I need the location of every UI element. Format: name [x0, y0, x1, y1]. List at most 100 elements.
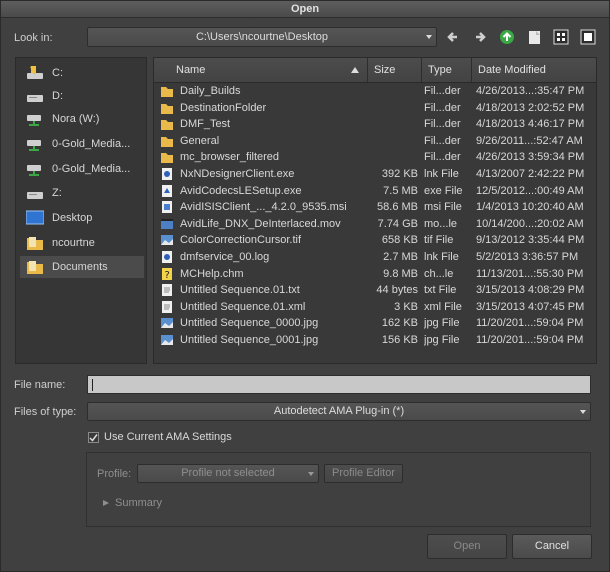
sidebar-item-label: Desktop [52, 212, 93, 224]
places-sidebar: C: D: Nora (W:) 0-Gold_Media... 0-Gold_M… [15, 57, 147, 364]
column-header-date[interactable]: Date Modified [472, 58, 596, 82]
file-row[interactable]: AvidLife_DNX_DeInterlaced.mov 7.74 GB mo..… [154, 216, 596, 232]
file-row[interactable]: DestinationFolder Fil...der 4/18/2013 2:02… [154, 100, 596, 116]
file-size-cell: 392 KB [381, 168, 418, 180]
back-icon[interactable] [444, 28, 462, 46]
file-type-cell: tif File [424, 234, 454, 247]
file-name-cell: AvidISISClient_..._4.2.0_9535.msi [180, 201, 347, 214]
file-row[interactable]: General Fil...der 9/26/2011...:52:47 AM [154, 133, 596, 149]
sidebar-item-label: Nora (W:) [52, 113, 100, 125]
file-date-cell: 1/4/2013 10:20:40 AM [476, 201, 584, 214]
sidebar-item-gold-media-2[interactable]: 0-Gold_Media... [20, 158, 144, 180]
file-row[interactable]: Untitled Sequence.01.xml 3 KB xml File 3/15… [154, 299, 596, 315]
file-row[interactable]: Untitled Sequence.01.txt 44 bytes txt File… [154, 282, 596, 298]
file-date-cell: 11/20/201...:59:04 PM [476, 334, 584, 346]
file-size-cell: 7.74 GB [377, 217, 418, 230]
file-row[interactable]: DMF_Test Fil...der 4/18/2013 4:46:17 PM [154, 116, 596, 132]
file-name-label: File name: [14, 379, 66, 391]
sidebar-item-label: Documents [52, 261, 108, 273]
use-ama-settings-checkbox[interactable] [88, 432, 99, 443]
file-name-cell: Untitled Sequence_0001.jpg [180, 334, 319, 346]
files-of-type-combo[interactable]: Autodetect AMA Plug-in (*) [87, 402, 591, 421]
profile-combo[interactable]: Profile not selected [137, 464, 319, 483]
file-row[interactable]: AvidCodecsLESetup.exe 7.5 MB exe File 12/5/… [154, 183, 596, 199]
file-row[interactable]: ? MCHelp.chm 9.8 MB ch...le 11/13/201...:55:… [154, 266, 596, 282]
sidebar-item-nora[interactable]: Nora (W:) [20, 108, 144, 130]
folder-icon [161, 120, 173, 131]
new-folder-icon[interactable] [525, 28, 543, 46]
file-date-cell: 4/26/2013...:35:47 PM [476, 85, 585, 97]
sidebar-item-d[interactable]: D: [20, 85, 144, 107]
file-name-cell: AvidCodecsLESetup.exe [180, 184, 302, 197]
column-header-name[interactable]: Name [154, 58, 368, 82]
file-row[interactable]: Untitled Sequence_0000.jpg 162 KB jpg File… [154, 315, 596, 331]
sidebar-item-desktop[interactable]: Desktop [20, 207, 144, 229]
folder-icon [161, 103, 173, 114]
network-drive-icon [27, 140, 41, 151]
help-icon: ? [162, 267, 172, 281]
text-file-icon [162, 284, 172, 297]
installer-icon [162, 201, 172, 214]
column-header-size[interactable]: Size [368, 58, 422, 82]
column-name-label: Name [176, 64, 206, 76]
file-type-cell: lnk File [424, 251, 459, 263]
detail-view-icon[interactable] [579, 28, 597, 46]
file-size-cell: 2.7 MB [383, 251, 418, 263]
expand-arrow-icon[interactable] [103, 500, 109, 506]
file-size-cell: 658 KB [381, 234, 418, 247]
profile-value: Profile not selected [181, 467, 275, 479]
file-type-cell: txt File [424, 284, 457, 297]
sidebar-item-c[interactable]: C: [20, 62, 144, 84]
file-name-cell: General [180, 134, 220, 147]
svg-text:?: ? [165, 270, 170, 281]
files-of-type-value: Autodetect AMA Plug-in (*) [273, 405, 405, 417]
sidebar-item-documents[interactable]: Documents [20, 256, 144, 278]
file-row[interactable]: mc_browser_filtered Fil...der 4/26/2013 3:… [154, 149, 596, 165]
window-title: Open [1, 1, 609, 18]
file-row[interactable]: dmfservice_00.log 2.7 MB lnk File 5/2/2013 … [154, 249, 596, 265]
file-row[interactable]: NxNDesignerClient.exe 392 KB lnk File 4/13/… [154, 166, 596, 182]
file-row[interactable]: ColorCorrectionCursor.tif 658 KB tif File 9… [154, 232, 596, 248]
look-in-label: Look in: [14, 32, 53, 44]
sidebar-item-ncourtne[interactable]: ncourtne [20, 232, 144, 254]
open-dialog: Open Look in: C:\Users\ncourtne\Desktop … [0, 0, 610, 572]
list-view-icon[interactable] [552, 28, 570, 46]
file-row[interactable]: AvidISISClient_..._4.2.0_9535.msi 58.6 MB… [154, 199, 596, 215]
file-row[interactable]: Daily_Builds Fil...der 4/26/2013...:35:47 … [154, 83, 596, 99]
cancel-button[interactable]: Cancel [512, 534, 592, 559]
folder-icon [161, 153, 173, 164]
file-list: Name Size Type Date Modified Daily_Build… [153, 57, 597, 364]
file-type-cell: Fil...der [424, 85, 461, 97]
file-size-cell [368, 133, 418, 149]
column-header-type[interactable]: Type [422, 58, 472, 82]
sidebar-item-label: 0-Gold_Media... [52, 138, 131, 150]
chevron-down-icon [308, 471, 314, 476]
file-size-cell [368, 83, 418, 99]
folder-icon [27, 237, 43, 250]
ama-settings-panel: Profile: Profile not selected Profile Ed… [86, 452, 591, 527]
desktop-icon [26, 210, 44, 225]
file-type-cell: jpg File [424, 334, 460, 346]
look-in-combo[interactable]: C:\Users\ncourtne\Desktop [87, 27, 437, 47]
open-button[interactable]: Open [427, 534, 507, 559]
parent-folder-icon[interactable] [498, 28, 516, 46]
profile-label: Profile: [97, 468, 132, 480]
exe-icon [162, 184, 172, 197]
file-name-cell: Daily_Builds [180, 85, 241, 97]
summary-label[interactable]: Summary [115, 497, 162, 509]
file-type-cell: lnk File [424, 168, 459, 180]
image-icon [161, 318, 173, 329]
sidebar-item-z[interactable]: Z: [20, 182, 144, 204]
file-type-cell: Fil...der [424, 134, 461, 147]
file-list-header: Name Size Type Date Modified [154, 58, 596, 83]
file-date-cell: 10/14/200...:20:02 AM [476, 217, 584, 230]
forward-icon[interactable] [471, 28, 489, 46]
sidebar-item-gold-media-1[interactable]: 0-Gold_Media... [20, 133, 144, 155]
sidebar-item-label: ncourtne [52, 237, 95, 249]
file-row[interactable]: Untitled Sequence_0001.jpg 156 KB jpg File… [154, 332, 596, 348]
file-size-cell: 7.5 MB [383, 184, 418, 197]
file-name-cell: Untitled Sequence.01.xml [180, 300, 306, 313]
file-name-cell: mc_browser_filtered [180, 151, 280, 164]
profile-editor-button[interactable]: Profile Editor [324, 464, 403, 483]
file-name-input[interactable] [87, 375, 591, 394]
